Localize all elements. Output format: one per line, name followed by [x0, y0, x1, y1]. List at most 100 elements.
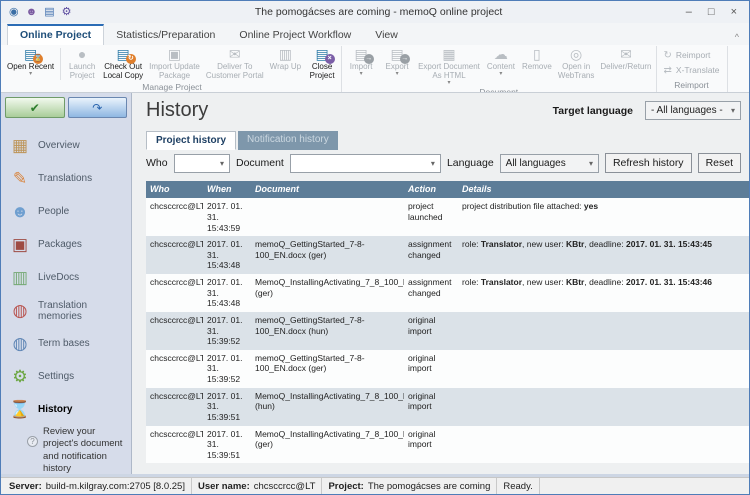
- ribbon-tab-bar: Online ProjectStatistics/PreparationOnli…: [1, 23, 749, 45]
- sidebar-item-settings[interactable]: ⚙Settings: [1, 360, 131, 393]
- table-row[interactable]: chcsccrcc@LT2017. 01. 31.15:43:59project…: [146, 198, 749, 236]
- open-in-webtrans-button: ◎Open in WebTrans: [555, 46, 597, 82]
- target-language-select[interactable]: - All languages - ▾: [645, 101, 741, 120]
- table-header: WhoWhenDocumentActionDetails: [146, 181, 749, 198]
- sidebar-item-translations[interactable]: ✎ Translations: [1, 162, 131, 195]
- icon-badge: ×: [325, 54, 335, 64]
- sidebar-item-label: Settings: [38, 371, 74, 382]
- wrap-up-label: Wrap Up: [270, 63, 301, 72]
- when-time: 15:39:51: [207, 450, 247, 461]
- memoq-logo-icon[interactable]: ◉: [9, 1, 19, 23]
- cell-when: 2017. 01. 31.15:43:48: [203, 274, 251, 312]
- reset-button[interactable]: Reset: [698, 153, 741, 173]
- sidebar-item-label: Translation memories: [38, 300, 131, 322]
- column-header-action[interactable]: Action: [404, 181, 458, 198]
- minimize-button[interactable]: –: [686, 6, 692, 18]
- check-out-local-copy-button[interactable]: ▤↻Check Out Local Copy: [100, 46, 146, 82]
- ribbon-tab-view[interactable]: View: [363, 26, 410, 45]
- cell-when: 2017. 01. 31.15:43:59: [203, 198, 251, 236]
- cell-when: 2017. 01. 31.15:39:52: [203, 312, 251, 350]
- open-recent-button[interactable]: ▤⌛Open Recent▾: [4, 46, 57, 78]
- icon-glyph: ▥: [279, 46, 292, 62]
- sidebar-item-people[interactable]: ☻People: [1, 195, 131, 228]
- cell-action: original import: [404, 350, 458, 388]
- column-header-when[interactable]: When: [203, 181, 251, 198]
- table-row[interactable]: chcsccrcc@LT2017. 01. 31.15:39:51MemoQ_I…: [146, 388, 749, 426]
- table-row[interactable]: chcsccrcc@LT2017. 01. 31.15:43:48MemoQ_I…: [146, 274, 749, 312]
- sidebar-item-packages[interactable]: ▣Packages: [1, 228, 131, 261]
- who-select[interactable]: ▾: [174, 154, 230, 173]
- ribbon-collapse-icon[interactable]: ^: [735, 32, 739, 42]
- confirm-button[interactable]: ✔: [5, 97, 65, 118]
- table-row[interactable]: chcsccrcc@LT2017. 01. 31.15:39:52memoQ_G…: [146, 312, 749, 350]
- when-date: 2017. 01. 31.: [207, 239, 247, 260]
- icon-badge: →: [364, 54, 374, 64]
- ribbon-tab-online-project[interactable]: Online Project: [7, 24, 104, 45]
- icon-badge: ⌛: [33, 54, 43, 64]
- help-icon: ?: [27, 436, 38, 447]
- options-shortcut-icon[interactable]: ⚙: [62, 1, 72, 23]
- details-value: Translator: [481, 239, 522, 249]
- sidebar-item-label: Translations: [38, 173, 92, 184]
- filter-bar: Who ▾ Document ▾ Language All languages …: [146, 153, 741, 173]
- people-shortcut-icon[interactable]: ☻: [26, 1, 38, 23]
- close-button[interactable]: ×: [731, 6, 737, 18]
- translations-icon: ✎: [7, 169, 33, 189]
- chevron-down-icon: ▾: [220, 159, 224, 168]
- ribbon-tab-statistics-preparation[interactable]: Statistics/Preparation: [104, 26, 227, 45]
- cell-action: original import: [404, 426, 458, 464]
- ribbon-group-buttons: ▤⌛Open Recent▾●Launch Project▤↻Check Out…: [4, 46, 340, 82]
- sidebar-item-term-bases[interactable]: ◍Term bases: [1, 327, 131, 360]
- import-update-package-label: Import Update Package: [149, 63, 200, 81]
- notes-shortcut-icon[interactable]: ▤: [44, 1, 54, 23]
- icon-glyph: ▦: [442, 46, 455, 62]
- cell-when: 2017. 01. 31.15:39:51: [203, 388, 251, 426]
- table-row[interactable]: chcsccrcc@LT2017. 01. 31.15:43:48memoQ_G…: [146, 236, 749, 274]
- cell-document: [251, 198, 404, 236]
- sync-button[interactable]: ↷: [68, 97, 128, 118]
- when-time: 15:43:48: [207, 260, 247, 271]
- target-language-control: Target language - All languages - ▾: [553, 101, 741, 120]
- cell-details: [458, 350, 749, 388]
- chevron-down-icon: ▾: [589, 159, 593, 168]
- column-header-details[interactable]: Details: [458, 181, 749, 198]
- sidebar-item-translation-memories[interactable]: ◍Translation memories: [1, 294, 131, 327]
- x-translate-button: ⇄X-Translate: [658, 64, 726, 77]
- chevron-down-icon: ▾: [360, 72, 363, 77]
- sidebar-items: ▦Overview ✎ Translations ☻People▣Packages▥L…: [1, 129, 131, 474]
- tab-notification-history[interactable]: Notification history: [238, 131, 338, 150]
- chevron-down-icon: ▾: [431, 159, 435, 168]
- sidebar-item-label: History: [38, 404, 72, 415]
- refresh-history-button[interactable]: Refresh history: [605, 153, 692, 173]
- ribbon-tab-online-project-workflow[interactable]: Online Project Workflow: [227, 26, 363, 45]
- close-project-button[interactable]: ▤×Close Project: [304, 46, 340, 82]
- language-select[interactable]: All languages ▾: [500, 154, 599, 173]
- sidebar-item-overview[interactable]: ▦Overview: [1, 129, 131, 162]
- column-header-document[interactable]: Document: [251, 181, 404, 198]
- when-time: 15:39:52: [207, 336, 247, 347]
- cell-action: assignment changed: [404, 236, 458, 274]
- launch-project-label: Launch Project: [69, 63, 95, 81]
- details-text: , deadline:: [584, 277, 626, 287]
- maximize-button[interactable]: □: [708, 6, 715, 18]
- x-translate-label: X-Translate: [676, 66, 720, 76]
- details-text: , new user:: [522, 277, 566, 287]
- table-row[interactable]: chcsccrcc@LT2017. 01. 31.15:39:51MemoQ_I…: [146, 426, 749, 464]
- cell-action: original import: [404, 388, 458, 426]
- sidebar-item-history[interactable]: ⌛History: [1, 393, 131, 426]
- icon-badge: →: [400, 54, 410, 64]
- status-ready: Ready.: [497, 478, 539, 494]
- document-select[interactable]: ▾: [290, 154, 441, 173]
- status-project: Project: The pomogácses are coming: [322, 478, 497, 494]
- chevron-down-icon: ▾: [396, 72, 399, 77]
- table-row[interactable]: chcsccrcc@LT2017. 01. 31.15:39:52memoQ_G…: [146, 350, 749, 388]
- cell-who: chcsccrcc@LT: [146, 312, 203, 350]
- when-time: 15:43:59: [207, 223, 247, 234]
- sidebar-item-label: Term bases: [38, 338, 90, 349]
- sidebar-item-label: Packages: [38, 239, 82, 250]
- column-header-who[interactable]: Who: [146, 181, 203, 198]
- sidebar-item-description-text: Review your project's document and notif…: [43, 426, 127, 474]
- tab-project-history[interactable]: Project history: [146, 131, 236, 150]
- details-value: KBtr: [566, 277, 584, 287]
- sidebar-item-livedocs[interactable]: ▥LiveDocs: [1, 261, 131, 294]
